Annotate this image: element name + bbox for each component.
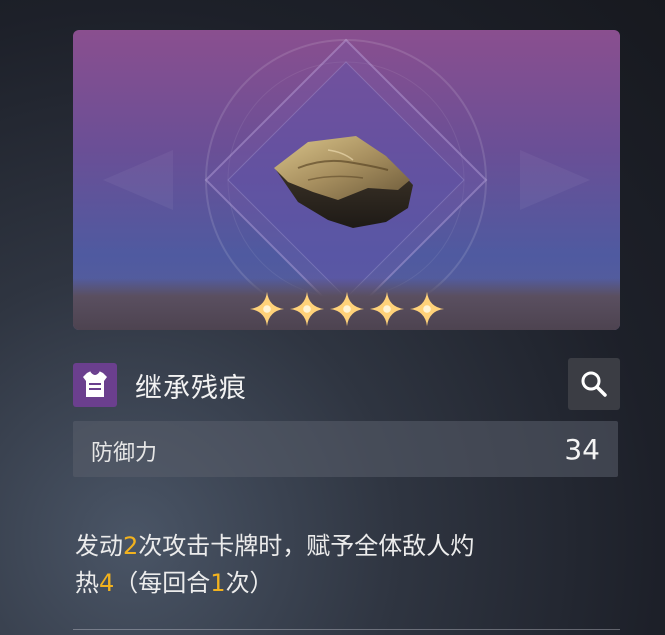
defense-stat-row: 防御力 34 bbox=[73, 421, 618, 477]
star-icon bbox=[369, 291, 404, 327]
stat-label: 防御力 bbox=[91, 441, 158, 466]
star-icon bbox=[249, 291, 284, 327]
item-description: 发动2次攻击卡牌时，赋予全体敌人灼 热4（每回合1次） bbox=[75, 528, 575, 602]
item-showcase-card bbox=[73, 30, 620, 330]
item-type-badge bbox=[73, 363, 117, 407]
highlight-number: 2 bbox=[123, 532, 139, 560]
item-title-row: 继承残痕 bbox=[73, 358, 620, 410]
inspect-button[interactable] bbox=[568, 358, 620, 410]
stone-fragment-icon bbox=[274, 136, 413, 228]
divider bbox=[73, 629, 620, 630]
highlight-number: 4 bbox=[99, 569, 115, 597]
stat-value: 34 bbox=[564, 433, 600, 466]
highlight-number: 1 bbox=[210, 569, 226, 597]
magnifier-icon bbox=[581, 371, 607, 397]
rarity-stars bbox=[73, 290, 620, 330]
description-line: 发动2次攻击卡牌时，赋予全体敌人灼 bbox=[75, 532, 475, 560]
armor-vest-icon bbox=[83, 370, 107, 397]
star-icon bbox=[409, 291, 444, 327]
description-line: 热4（每回合1次） bbox=[75, 569, 274, 597]
star-icon bbox=[289, 291, 324, 327]
star-icon bbox=[329, 291, 364, 327]
item-name: 继承残痕 bbox=[135, 373, 247, 404]
